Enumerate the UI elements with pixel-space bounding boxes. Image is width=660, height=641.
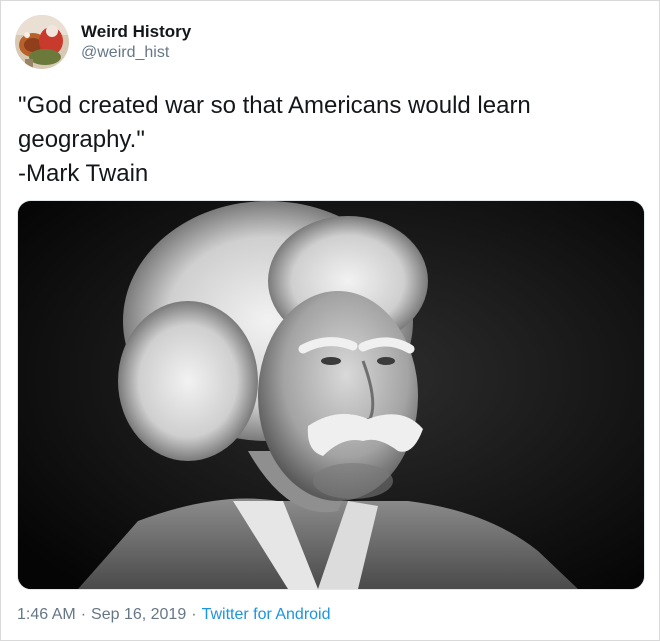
meta-separator: · xyxy=(80,606,87,623)
author-display-name[interactable]: Weird History xyxy=(81,22,191,42)
tweet-header: Weird History @weird_hist xyxy=(15,15,191,69)
tweet-text: "God created war so that Americans would… xyxy=(18,92,531,187)
tweet-date[interactable]: Sep 16, 2019 xyxy=(91,606,186,623)
author-handle[interactable]: @weird_hist xyxy=(81,43,191,63)
author-names: Weird History @weird_hist xyxy=(81,22,191,63)
meta-separator: · xyxy=(191,606,197,623)
tweet-time[interactable]: 1:46 AM xyxy=(17,606,76,623)
tweet-meta: 1:46 AM · Sep 16, 2019 · Twitter for Android xyxy=(17,605,331,625)
tweet-source-link[interactable]: Twitter for Android xyxy=(202,606,331,623)
tweet-card: Weird History @weird_hist "God created w… xyxy=(0,0,660,641)
avatar[interactable] xyxy=(15,15,69,69)
tweet-photo[interactable] xyxy=(17,200,645,590)
